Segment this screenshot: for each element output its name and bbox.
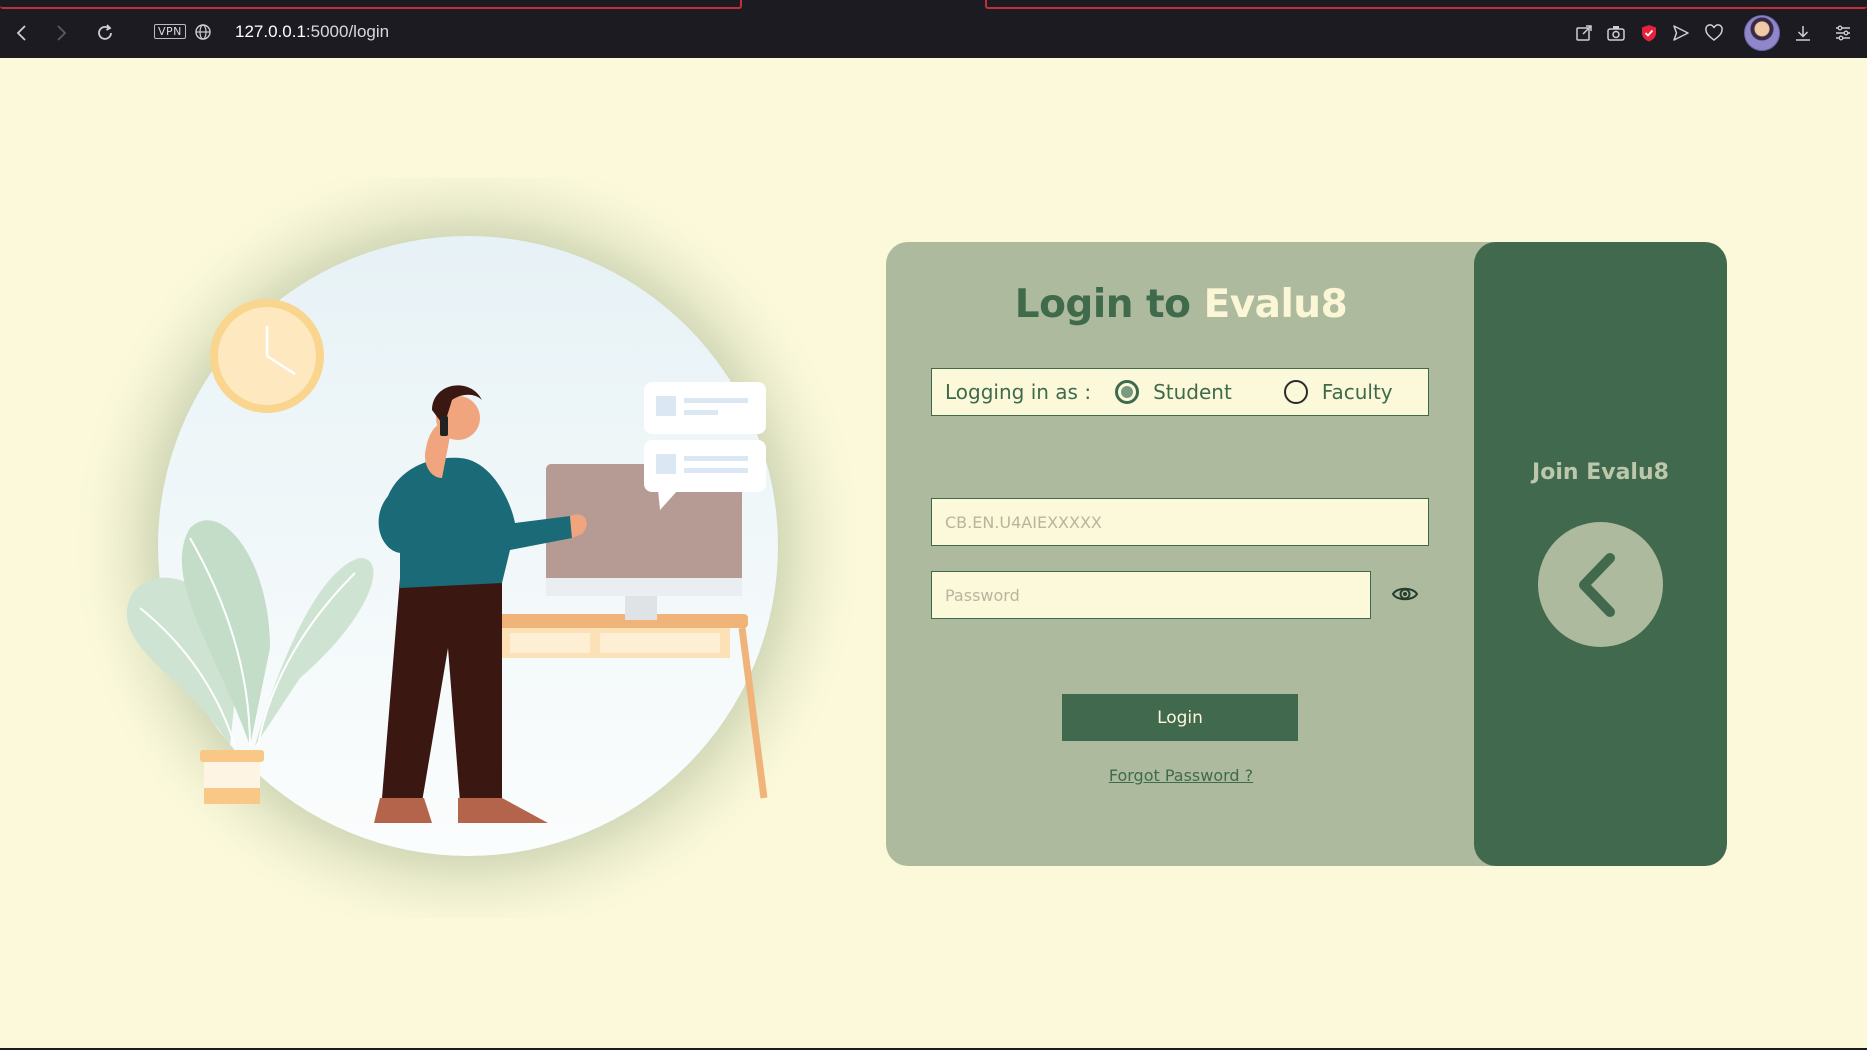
profile-avatar[interactable] — [1744, 15, 1780, 51]
office-illustration — [68, 146, 870, 946]
forward-icon[interactable] — [48, 20, 74, 46]
login-button[interactable]: Login — [1062, 694, 1298, 741]
send-icon[interactable] — [1670, 22, 1692, 44]
student-label: Student — [1153, 380, 1232, 404]
heart-icon[interactable] — [1703, 22, 1725, 44]
login-title-prefix: Login to — [1014, 282, 1191, 327]
join-toggle-button[interactable] — [1538, 522, 1663, 647]
login-card: Login to Evalu8 Logging in as : Student … — [886, 242, 1727, 866]
address-bar[interactable]: 127.0.0.1:5000/login — [235, 22, 389, 42]
role-option-faculty[interactable]: Faculty — [1283, 380, 1393, 404]
login-title: Login to Evalu8 — [886, 282, 1476, 327]
role-option-student[interactable]: Student — [1115, 380, 1232, 404]
roll-number-input[interactable] — [931, 498, 1429, 546]
camera-icon[interactable] — [1605, 22, 1627, 44]
tab-indicator — [0, 0, 742, 9]
join-title: Join Evalu8 — [1532, 460, 1669, 485]
chevron-left-icon — [1578, 552, 1615, 617]
menu-icon[interactable] — [1832, 22, 1854, 44]
login-page: Login to Evalu8 Logging in as : Student … — [0, 58, 1867, 1048]
student-radio[interactable] — [1115, 380, 1140, 404]
role-selector: Logging in as : Student Faculty — [931, 368, 1429, 416]
brand-name: Evalu8 — [1203, 282, 1348, 327]
password-input[interactable] — [931, 571, 1371, 619]
browser-toolbar: VPN 127.0.0.1:5000/login — [0, 0, 1867, 58]
url-host: 127.0.0.1 — [235, 22, 306, 41]
show-password-eye-icon[interactable] — [1391, 582, 1419, 606]
back-icon[interactable] — [9, 20, 35, 46]
url-path: :5000/login — [305, 22, 390, 41]
globe-icon[interactable] — [194, 23, 212, 41]
tab-indicator — [985, 0, 1867, 9]
download-icon[interactable] — [1792, 22, 1814, 44]
shield-icon[interactable] — [1638, 22, 1660, 44]
forgot-password-link[interactable]: Forgot Password ? — [1109, 766, 1253, 785]
reload-icon[interactable] — [92, 20, 118, 46]
faculty-radio[interactable] — [1283, 380, 1308, 404]
join-panel: Join Evalu8 — [1474, 242, 1727, 866]
share-icon[interactable] — [1573, 22, 1595, 44]
role-label: Logging in as : — [945, 380, 1092, 404]
forgot-password-container: Forgot Password ? — [886, 766, 1476, 786]
vpn-badge[interactable]: VPN — [154, 24, 186, 39]
faculty-label: Faculty — [1321, 380, 1393, 404]
